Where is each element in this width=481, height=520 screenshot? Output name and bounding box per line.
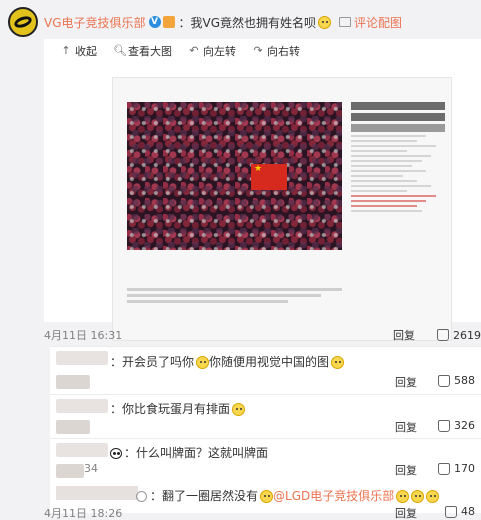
post-like-button[interactable]: 2619 [437, 329, 481, 342]
collapse-button[interactable]: ↑ 收起 [60, 43, 97, 59]
thumbs-up-icon [438, 419, 450, 432]
sub-comment: ：翻了一圈居然没有 @LGD电子竞技俱乐部 4月11日 18:26 回复 48 [44, 483, 481, 520]
blurred-username [56, 399, 108, 413]
rotate-right-button[interactable]: ↷ 向右转 [252, 43, 300, 59]
sub-time: 34 [84, 462, 98, 475]
zoom-icon: 🔍︎ [113, 44, 127, 57]
sub-like-button[interactable]: 48 [445, 505, 475, 518]
laugh-emoji-icon [396, 490, 410, 503]
rotate-left-icon: ↶ [189, 44, 199, 57]
post-like-count: 2619 [453, 328, 481, 342]
blurred-time [56, 375, 90, 389]
sub-reply-button[interactable]: 回复 [395, 462, 417, 478]
rotate-left-label: 向左转 [203, 45, 236, 58]
sub-like-button[interactable]: 588 [438, 374, 475, 387]
china-flag [251, 164, 287, 190]
post-text: ：我VG竟然也拥有姓名呗 [178, 15, 317, 30]
thumbs-up-icon [437, 329, 449, 341]
comment-image-link[interactable]: 评论配图 [339, 14, 402, 31]
sub-comment: ：什么叫牌面？这就叫牌面 34 回复 170 [50, 438, 481, 483]
blurred-username [56, 486, 138, 500]
verified-badge-icon: V [148, 16, 161, 28]
sub-like-count: 326 [454, 419, 475, 432]
blurred-username [56, 443, 108, 457]
sub-like-count: 170 [454, 462, 475, 475]
view-large-button[interactable]: 🔍︎ 查看大图 [113, 43, 172, 59]
collapse-label: 收起 [75, 45, 97, 58]
sub-reply-button[interactable]: 回复 [395, 505, 417, 520]
post-reply-button[interactable]: 回复 [393, 327, 415, 343]
rotate-right-label: 向右转 [267, 45, 300, 58]
sub-comment-text: ：你比食玩蛋月有排面 [110, 400, 246, 417]
laugh-emoji-icon [318, 15, 332, 29]
description-lines [127, 288, 342, 306]
sub-like-button[interactable]: 326 [438, 419, 475, 432]
orb-emoji-icon [136, 491, 147, 502]
image-sidebar [351, 102, 445, 212]
sub-comment-text: ：什么叫牌面？这就叫牌面 [110, 444, 268, 461]
comment-image[interactable] [112, 77, 452, 341]
sub-time: 4月11日 18:26 [44, 507, 123, 520]
sub-like-count: 588 [454, 374, 475, 387]
post-time: 4月11日 16:31 [44, 329, 123, 342]
comment-image-label: 评论配图 [354, 15, 403, 30]
thumbs-up-icon [445, 505, 457, 518]
medal-icon [162, 16, 175, 28]
thumbs-up-icon [438, 462, 450, 475]
post-meta: 4月11日 16:31 回复 2619 [44, 326, 481, 344]
blurred-time [56, 420, 90, 434]
sub-like-button[interactable]: 170 [438, 462, 475, 475]
sub-comment-text: ：翻了一圈居然没有 @LGD电子竞技俱乐部 [136, 487, 440, 504]
weibo-comment-card: VG电子竞技俱乐部 V ：我VG竟然也拥有姓名呗 评论配图 ↑ 收起 🔍︎ 查看… [0, 0, 481, 520]
sub-reply-button[interactable]: 回复 [395, 419, 417, 435]
blurred-username [56, 351, 108, 365]
sub-comment: ：你比食玩蛋月有排面 回复 326 [50, 394, 481, 438]
crowd-photo [127, 102, 342, 250]
sub-reply-button[interactable]: 回复 [395, 374, 417, 390]
rotate-left-button[interactable]: ↶ 向左转 [188, 43, 236, 59]
image-viewer: ↑ 收起 🔍︎ 查看大图 ↶ 向左转 ↷ 向右转 [44, 39, 481, 341]
rotate-right-icon: ↷ [253, 44, 263, 57]
collapse-icon: ↑ [61, 44, 71, 57]
sub-comment: ：开会员了吗你 你随便用视觉中国的图 回复 588 [50, 346, 481, 394]
laugh-emoji-icon [411, 490, 425, 503]
viewer-toolbar: ↑ 收起 🔍︎ 查看大图 ↶ 向左转 ↷ 向右转 [44, 39, 300, 63]
laugh-emoji-icon [232, 403, 246, 416]
laugh-emoji-icon [426, 490, 440, 503]
image-icon [339, 17, 352, 27]
post-actions: 回复 2619 [393, 327, 481, 343]
vg-avatar[interactable] [8, 7, 38, 37]
panda-emoji-icon [110, 448, 122, 459]
sub-like-count: 48 [461, 505, 475, 518]
thumbs-up-icon [438, 374, 450, 387]
view-large-label: 查看大图 [128, 45, 172, 58]
blurred-time [56, 464, 84, 478]
mention-link[interactable]: @LGD电子竞技俱乐部 [273, 489, 394, 503]
laugh-emoji-icon [331, 356, 345, 369]
post-username[interactable]: VG电子竞技俱乐部 [44, 14, 146, 31]
post-header: VG电子竞技俱乐部 V ：我VG竟然也拥有姓名呗 评论配图 [8, 7, 402, 37]
laugh-emoji-icon [260, 490, 274, 503]
sub-comment-text: ：开会员了吗你 你随便用视觉中国的图 [110, 353, 345, 370]
laugh-emoji-icon [196, 356, 210, 369]
